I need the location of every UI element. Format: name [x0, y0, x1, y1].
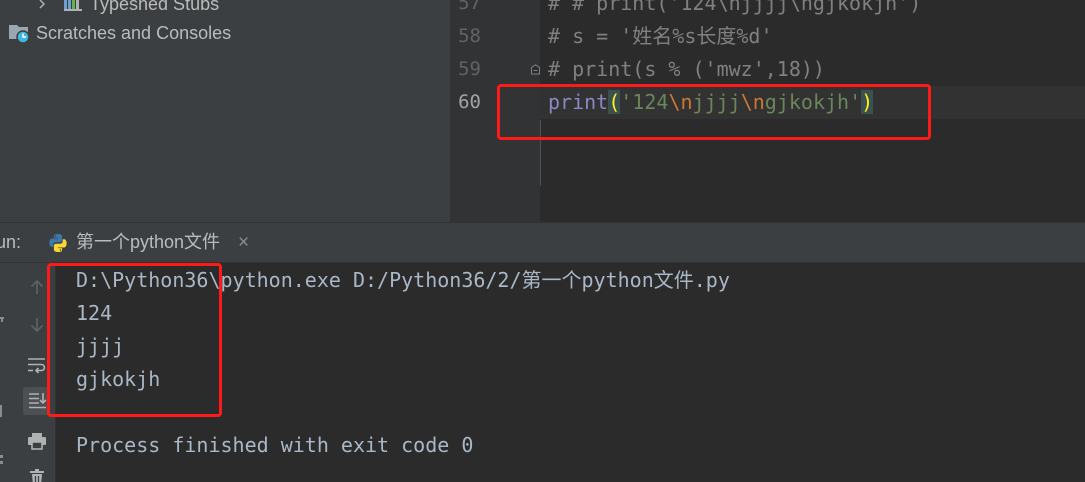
code-line-57[interactable]: 57 # # print('124\njjjj\ngjkokjh'): [450, 0, 1085, 20]
scratches-icon: [7, 21, 31, 45]
console-line[interactable]: D:\Python36\python.exe D:/Python36/2/第一个…: [76, 264, 730, 297]
tree-item-label: Scratches and Consoles: [36, 23, 232, 43]
matched-brace-open: (: [608, 90, 621, 114]
run-toolbar: [0, 263, 56, 482]
tab-run-config[interactable]: 第一个python文件 ×: [42, 223, 262, 262]
line-number: 58: [458, 25, 481, 47]
chevron-right-icon[interactable]: [37, 0, 47, 9]
project-tree-panel: Typeshed Stubs Scratches and Consoles: [0, 0, 450, 222]
console-line: Process finished with exit code 0: [76, 433, 474, 457]
cropped-toolbar-icon: [1, 319, 3, 322]
escape-token: \n: [668, 90, 693, 114]
tree-item-scratches-and-consoles[interactable]: Scratches and Consoles: [0, 18, 450, 48]
string-token: '124: [620, 90, 669, 114]
comment-token: # print(s % ('mwz',18)): [548, 57, 825, 81]
string-token: jjjj: [692, 90, 741, 114]
code-line-59[interactable]: 59 # print(s % ('mwz',18)): [450, 53, 1085, 86]
code-text[interactable]: # print(s % ('mwz',18)): [548, 53, 825, 86]
print-icon[interactable]: [27, 432, 47, 450]
line-number: 57: [458, 0, 481, 14]
tab-title: 第一个python文件: [76, 232, 221, 252]
console-line: gjkokjh: [76, 367, 161, 391]
escape-token: \n: [740, 90, 765, 114]
code-line-60[interactable]: 60 print('124\njjjj\ngjkokjh'): [450, 86, 1085, 119]
code-editor[interactable]: 57 # # print('124\njjjj\ngjkokjh') 58 # …: [450, 0, 1085, 222]
tree-item-typeshed-stubs[interactable]: Typeshed Stubs: [0, 0, 450, 19]
line-number: 59: [458, 58, 481, 80]
soft-wrap-icon[interactable]: [27, 356, 47, 374]
down-arrow-icon[interactable]: [27, 316, 47, 334]
library-icon: [63, 0, 83, 12]
comment-token: # # print('124\njjjj\ngjkokjh'): [548, 0, 922, 15]
trash-icon[interactable]: [27, 469, 47, 482]
console-line: 124: [76, 301, 113, 325]
line-number: 60: [458, 91, 481, 113]
code-line-58[interactable]: 58 # s = '姓名%s长度%d': [450, 20, 1085, 53]
up-arrow-icon[interactable]: [27, 278, 47, 296]
close-icon[interactable]: ×: [238, 223, 249, 262]
console-line: jjjj: [76, 334, 125, 358]
matched-brace-close: ): [861, 90, 874, 114]
run-label: un:: [0, 232, 22, 252]
python-icon: [48, 233, 68, 253]
cropped-toolbar-icon: [0, 455, 3, 458]
scroll-to-end-icon[interactable]: [28, 392, 48, 410]
cropped-toolbar-icon: [0, 461, 3, 464]
code-text[interactable]: # # print('124\njjjj\ngjkokjh'): [548, 0, 921, 20]
comment-token: # s = '姓名%s长度%d': [548, 24, 773, 48]
builtin-token: print: [548, 90, 609, 114]
string-token: gjkokjh': [764, 90, 862, 114]
code-text[interactable]: # s = '姓名%s长度%d': [548, 20, 773, 53]
gutter-separator: [540, 120, 541, 186]
cropped-toolbar-icon: [0, 405, 2, 417]
run-tool-window-header: un: 第一个python文件 ×: [0, 222, 1085, 263]
code-text[interactable]: print('124\njjjj\ngjkokjh'): [548, 86, 874, 119]
tree-item-label: Typeshed Stubs: [90, 0, 220, 14]
fold-collapse-icon[interactable]: [530, 64, 541, 75]
